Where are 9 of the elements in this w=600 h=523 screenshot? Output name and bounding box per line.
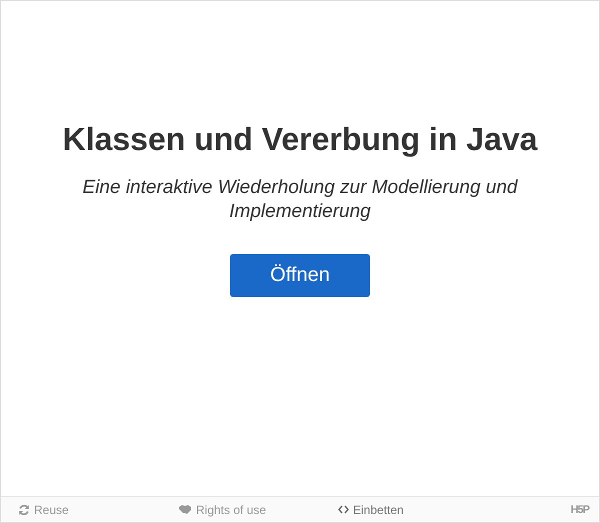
rights-of-use-button[interactable]: Rights of use [178,498,318,522]
subtitle: Eine interaktive Wiederholung zur Modellierung und Implementierung [82,176,519,224]
refresh-icon [18,504,30,516]
logo[interactable]: H5P [570,504,589,516]
open-button[interactable]: Öffnen [230,254,370,297]
code-icon [338,505,349,514]
title: Klassen und Vererbung in Java [62,121,538,158]
reuse-button[interactable]: Reuse [18,498,158,522]
embed-button[interactable]: Einbetten [338,498,478,522]
